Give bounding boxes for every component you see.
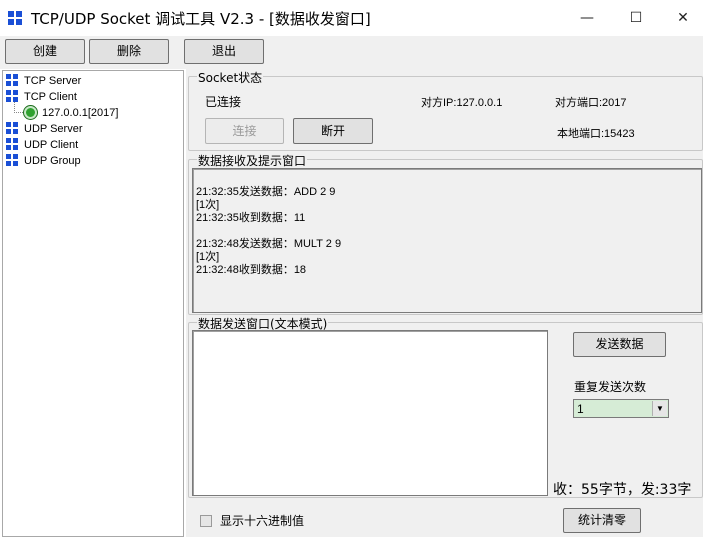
repeat-count-value: 1 [577,402,584,416]
data-panel: Socket状态 已连接 对方IP:127.0.0.1 对方端口:2017 连接… [186,69,703,537]
log-line: 21:32:35收到数据：11 [196,212,306,224]
maximize-button[interactable]: ☐ [613,0,659,36]
chevron-down-icon[interactable]: ▼ [652,401,667,416]
minimize-button[interactable]: — [564,0,610,36]
create-button[interactable]: 创建 [5,39,85,64]
grid-icon [6,90,19,103]
app-grid-icon [8,11,22,25]
send-input[interactable] [192,330,548,496]
tree-item-label: UDP Server [24,123,83,135]
log-line: 21:32:48收到数据：18 [196,264,307,276]
remote-port: 对方端口:2017 [555,97,627,109]
connection-icon [24,106,37,119]
reset-stats-button[interactable]: 统计清零 [563,508,641,533]
tree-item-label: UDP Client [24,139,79,151]
toolbar: 创建 删除 退出 [0,36,703,69]
receive-group: 数据接收及提示窗口 21:32:35发送数据：ADD 2 9 [1次] 21:3… [188,152,703,315]
grid-icon [6,74,19,87]
receive-title: 数据接收及提示窗口 [197,152,308,169]
window-title: TCP/UDP Socket 调试工具 V2.3 - [数据收发窗口] [31,10,371,28]
title-bar[interactable]: TCP/UDP Socket 调试工具 V2.3 - [数据收发窗口] — ☐ … [0,0,703,36]
byte-stats: 收：55字节，发:33字 [553,482,692,498]
connection-state: 已连接 [205,95,242,109]
grid-icon [6,122,19,135]
connect-button[interactable]: 连接 [205,118,284,144]
tree-connector-branch [14,112,23,113]
socket-status-title: Socket状态 [197,69,264,86]
tree-item-label: 127.0.0.1[2017] [42,107,119,119]
delete-button[interactable]: 删除 [89,39,169,64]
hex-display-checkbox[interactable] [200,515,212,527]
tree-item-label: TCP Server [24,75,82,87]
exit-button[interactable]: 退出 [184,39,264,64]
grid-icon [6,154,19,167]
repeat-count-select[interactable]: 1 ▼ [573,399,669,418]
socket-tree[interactable]: TCP Server TCP Client 127.0.0.1[2017] UD… [2,70,184,537]
grid-icon [6,138,19,151]
receive-log[interactable]: 21:32:35发送数据：ADD 2 9 [1次] 21:32:35收到数据：1… [192,168,702,313]
disconnect-button[interactable]: 断开 [293,118,373,144]
socket-status-group: Socket状态 已连接 对方IP:127.0.0.1 对方端口:2017 连接… [188,69,703,151]
close-button[interactable]: ✕ [660,0,703,36]
tree-item-label: TCP Client [24,91,77,103]
repeat-count-label: 重复发送次数 [574,380,647,394]
local-port: 本地端口:15423 [557,128,635,140]
remote-ip: 对方IP:127.0.0.1 [421,97,503,109]
hex-display-label: 显示十六进制值 [220,514,305,528]
send-data-button[interactable]: 发送数据 [573,332,666,357]
tree-item-label: UDP Group [24,155,81,167]
send-group: 数据发送窗口(文本模式) 发送数据 重复发送次数 1 ▼ 收：55字节，发:33… [188,315,703,498]
